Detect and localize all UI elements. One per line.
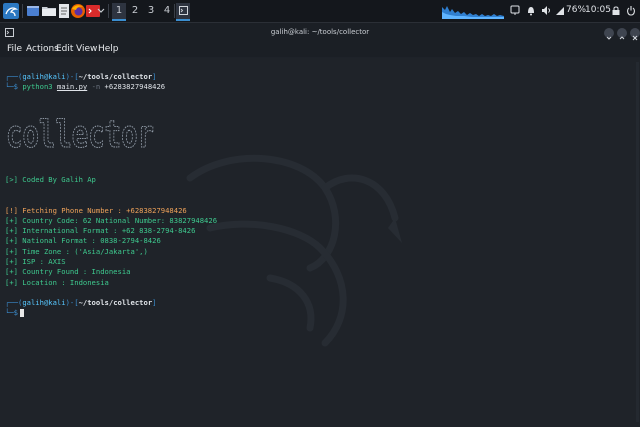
command-arg: +6283827948426 [104, 82, 166, 91]
volume-icon[interactable] [541, 5, 551, 16]
command-name: python3 [22, 82, 53, 91]
window-titlebar[interactable]: galih@kali: ~/tools/collector [0, 23, 640, 43]
collector-banner: collector [6, 115, 155, 155]
command-script: main.py [56, 82, 88, 91]
kali-menu-icon[interactable] [3, 3, 19, 19]
prompt-path: ~/tools/collector [78, 298, 153, 307]
chevron-down-icon[interactable] [97, 3, 105, 19]
show-desktop-icon[interactable] [25, 3, 41, 19]
prompt-line: ┌──(galih@kali)-[~/tools/collector] [5, 72, 157, 81]
clock[interactable]: 10:05 [585, 5, 611, 15]
prompt-host: kali [48, 72, 66, 81]
workspace-3[interactable]: 3 [144, 3, 158, 19]
network-icon[interactable] [555, 5, 565, 16]
result-line: [+] Country Found : Indonesia [5, 267, 131, 276]
result-line: [+] Location : Indonesia [5, 278, 109, 287]
fetching-line: [!] Fetching Phone Number : +62838279484… [5, 206, 187, 215]
separator [108, 4, 109, 18]
command-flag: -n [91, 82, 101, 91]
result-line: [+] Time Zone : ('Asia/Jakarta',) [5, 247, 148, 256]
file-manager-icon[interactable] [41, 3, 57, 19]
workspace-2[interactable]: 2 [128, 3, 142, 19]
result-line: [+] International Format : +62 838-2794-… [5, 226, 196, 235]
cpu-graph [442, 3, 504, 19]
firefox-icon[interactable] [70, 3, 86, 19]
coded-by-line: [>] Coded By Galih Ap [5, 175, 96, 184]
minimize-icon [606, 36, 612, 40]
prompt-line: ┌──(galih@kali)-[~/tools/collector] [5, 298, 157, 307]
lock-icon[interactable] [611, 5, 621, 16]
bell-icon[interactable] [526, 5, 536, 16]
menu-actions[interactable]: Actions [26, 44, 59, 54]
maximize-icon [619, 36, 625, 40]
menu-edit[interactable]: Edit [56, 44, 73, 54]
separator [174, 4, 175, 18]
menu-file[interactable]: File [7, 44, 22, 54]
terminal-area[interactable]: ┌──(galih@kali)-[~/tools/collector] └─$ … [0, 58, 640, 427]
close-icon [632, 35, 638, 41]
terminal-window-icon [179, 6, 188, 15]
taskbar: 1 2 3 4 76% 10:05 [0, 0, 640, 23]
prompt-host: kali [48, 298, 66, 307]
result-line: [+] National Format : 0838-2794-8426 [5, 236, 161, 245]
scrollbar[interactable] [636, 62, 639, 422]
close-button[interactable] [630, 28, 640, 41]
menu-help[interactable]: Help [98, 44, 119, 54]
menu-bar: File Actions Edit View Help [0, 43, 640, 57]
command-line: └─$ python3 main.py -n +6283827948426 [5, 82, 166, 91]
prompt-path: ~/tools/collector [78, 72, 153, 81]
maximize-button[interactable] [617, 28, 627, 40]
prompt-user: galih [22, 72, 44, 81]
workspace-4[interactable]: 4 [160, 3, 174, 19]
prompt-user: galih [22, 298, 44, 307]
workspace-1[interactable]: 1 [112, 3, 126, 21]
separator [22, 4, 23, 18]
minimize-button[interactable] [604, 28, 614, 40]
result-line: [+] Country Code: 62 National Number: 83… [5, 216, 218, 225]
menu-view[interactable]: View [76, 44, 97, 54]
result-line: [+] ISP : AXIS [5, 257, 66, 266]
power-icon[interactable] [626, 5, 636, 16]
banner-text: collector [6, 115, 154, 155]
monitor-icon[interactable] [510, 5, 520, 16]
window-title: galih@kali: ~/tools/collector [270, 28, 370, 36]
battery-level: 76% [566, 5, 587, 15]
taskbar-window-terminal[interactable] [176, 3, 190, 21]
text-cursor [20, 309, 24, 317]
